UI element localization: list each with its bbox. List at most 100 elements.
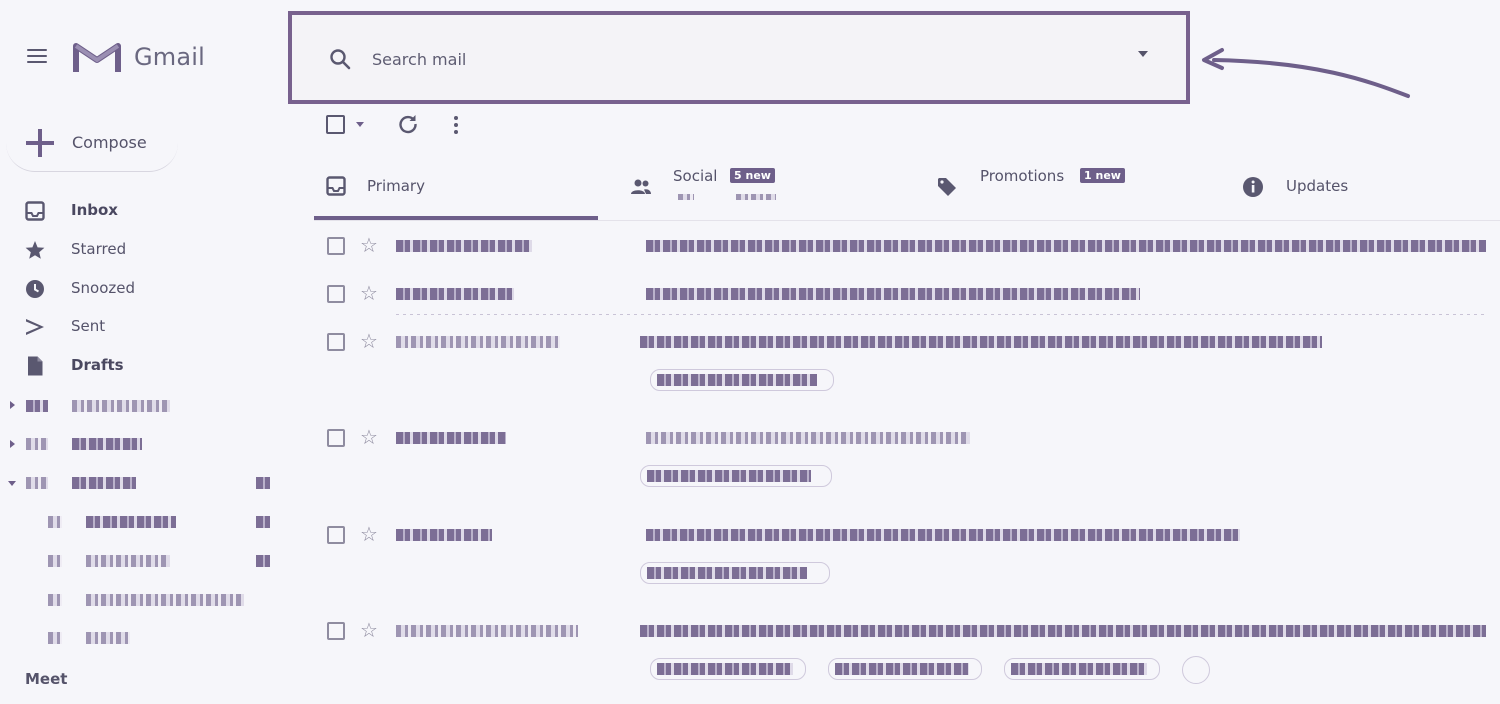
new-count-badge: 5 new <box>730 168 775 183</box>
tab-label: Social <box>673 167 718 185</box>
annotation-arrow-icon <box>1202 48 1410 98</box>
sidebar-item-inbox[interactable]: Inbox <box>0 193 280 227</box>
tab-primary[interactable]: Primary <box>314 150 598 222</box>
meet-section-title: Meet <box>25 670 68 688</box>
label-icon <box>26 400 48 412</box>
main-menu-button[interactable] <box>24 45 50 71</box>
redacted-label <box>86 516 176 528</box>
collapse-arrow-icon[interactable] <box>8 481 16 486</box>
new-count-badge: 1 new <box>1080 168 1125 183</box>
label-icon <box>48 594 62 606</box>
email-row[interactable]: ☆ <box>314 234 1500 277</box>
redacted-subject <box>646 529 1240 541</box>
redacted-attachment-name <box>657 663 793 675</box>
label-icon <box>26 477 48 489</box>
sidebar-item-label: Inbox <box>71 201 118 219</box>
attachment-chip[interactable] <box>828 658 982 680</box>
redacted-subject <box>640 336 1322 348</box>
email-row[interactable]: ☆ <box>314 426 1500 517</box>
sidebar-item-sent[interactable]: Sent <box>0 309 280 343</box>
redacted-label <box>72 477 136 489</box>
redacted-attachment-name <box>647 470 811 482</box>
search-bar <box>288 11 1190 104</box>
tab-label: Promotions <box>980 167 1065 185</box>
search-input[interactable] <box>372 45 1072 73</box>
gmail-logo-text: Gmail <box>134 43 206 71</box>
row-checkbox[interactable] <box>327 622 345 640</box>
sidebar-item-label: Snoozed <box>71 279 136 297</box>
redacted-sender <box>396 625 578 637</box>
redacted-count <box>256 516 270 528</box>
sidebar-item-snoozed[interactable]: Snoozed <box>0 271 280 305</box>
star-outline-icon[interactable]: ☆ <box>360 282 378 304</box>
sidebar-item-drafts[interactable]: Drafts <box>0 348 280 382</box>
star-outline-icon[interactable]: ☆ <box>360 330 378 352</box>
redacted-sender <box>396 529 492 541</box>
label-icon <box>48 555 62 567</box>
row-checkbox[interactable] <box>327 237 345 255</box>
label-icon <box>26 438 48 450</box>
draft-icon <box>28 356 43 376</box>
select-all-checkbox[interactable] <box>326 115 345 134</box>
redacted-sender <box>396 336 560 348</box>
more-options-icon[interactable] <box>446 113 466 137</box>
inbox-icon <box>25 201 45 221</box>
row-checkbox[interactable] <box>327 285 345 303</box>
people-icon <box>631 179 651 194</box>
refresh-icon[interactable] <box>396 112 420 136</box>
attachment-chip[interactable] <box>640 465 832 487</box>
sidebar-item-label: Starred <box>71 240 127 258</box>
redacted-sender <box>396 240 532 252</box>
tab-promotions[interactable]: Promotions 1 new <box>904 150 1210 222</box>
redacted-sender <box>396 288 514 300</box>
redacted-label <box>86 632 130 644</box>
redacted-snippet <box>678 194 694 200</box>
redacted-label <box>72 400 170 412</box>
compose-label: Compose <box>72 133 147 152</box>
redacted-subject <box>646 240 1486 252</box>
row-checkbox[interactable] <box>327 526 345 544</box>
inbox-icon <box>326 176 346 196</box>
email-row[interactable]: ☆ <box>314 330 1500 421</box>
star-outline-icon[interactable]: ☆ <box>360 523 378 545</box>
attachment-chip[interactable] <box>640 562 830 584</box>
email-row[interactable]: ☆ <box>314 523 1500 614</box>
redacted-subject <box>646 432 970 444</box>
tab-divider <box>314 220 1500 221</box>
redacted-attachment-name <box>835 663 969 675</box>
label-icon <box>48 632 62 644</box>
more-attachments-icon[interactable] <box>1182 656 1210 684</box>
plus-icon <box>24 127 56 159</box>
redacted-count <box>256 555 270 567</box>
expand-arrow-icon[interactable] <box>10 401 15 409</box>
search-options-caret-icon[interactable] <box>1138 51 1148 57</box>
email-row[interactable]: ☆ <box>314 282 1500 325</box>
clock-icon <box>26 280 44 298</box>
tag-icon <box>938 178 956 196</box>
tab-social[interactable]: Social 5 new <box>598 150 904 222</box>
row-checkbox[interactable] <box>327 429 345 447</box>
redacted-label <box>86 594 244 606</box>
attachment-chip[interactable] <box>1004 658 1160 680</box>
compose-button[interactable]: Compose <box>6 114 178 172</box>
tab-updates[interactable]: Updates <box>1210 150 1500 222</box>
gmail-logo[interactable]: Gmail <box>72 38 205 76</box>
sidebar-item-label: Sent <box>71 317 106 335</box>
row-checkbox[interactable] <box>327 333 345 351</box>
expand-arrow-icon[interactable] <box>10 440 15 448</box>
star-outline-icon[interactable]: ☆ <box>360 426 378 448</box>
label-icon <box>48 516 62 528</box>
star-outline-icon[interactable]: ☆ <box>360 619 378 641</box>
gmail-m-icon <box>73 43 121 72</box>
attachment-chip[interactable] <box>650 658 806 680</box>
select-options-caret-icon[interactable] <box>356 122 364 127</box>
search-icon[interactable] <box>328 47 352 71</box>
sidebar-item-starred[interactable]: Starred <box>0 232 280 266</box>
star-outline-icon[interactable]: ☆ <box>360 234 378 256</box>
redacted-sender <box>396 432 506 444</box>
redacted-snippet <box>736 194 776 200</box>
attachment-chip[interactable] <box>650 369 834 391</box>
redacted-attachment-name <box>647 567 807 579</box>
email-row[interactable]: ☆ <box>314 619 1500 696</box>
info-icon <box>1243 177 1263 197</box>
